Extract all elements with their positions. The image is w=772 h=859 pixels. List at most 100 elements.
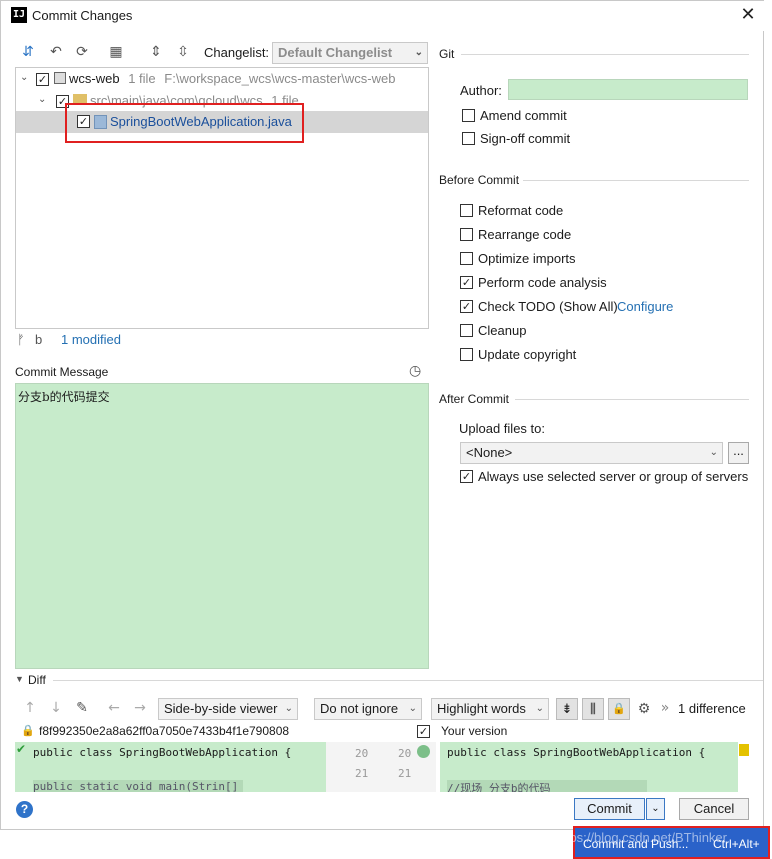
- changelist-value: Default Changelist: [278, 45, 393, 60]
- history-clock-icon[interactable]: ◷: [409, 362, 421, 379]
- commit-button[interactable]: Commit: [574, 798, 645, 820]
- watermark: https://blog.csdn.net/BThinker: [555, 830, 727, 845]
- arrow-down-icon[interactable]: ↓: [47, 699, 65, 717]
- changelist-select[interactable]: Default Changelist ⌄: [272, 42, 428, 64]
- chevron-down-icon: ⌄: [535, 703, 544, 714]
- upload-server-select[interactable]: <None> ⌄: [460, 442, 723, 464]
- left-code-line: public class SpringBootWebApplication {: [33, 746, 292, 759]
- arrow-up-icon[interactable]: ↑: [21, 699, 39, 717]
- edit-pencil-icon[interactable]: ✎: [73, 699, 91, 717]
- signoff-label: Sign-off commit: [480, 131, 571, 146]
- branch-icon: ᚠ: [17, 332, 25, 347]
- author-label: Author:: [460, 83, 502, 98]
- line-number-right: 21: [398, 767, 412, 780]
- rearrange-code-checkbox[interactable]: [460, 228, 473, 241]
- arrow-left-icon[interactable]: ←: [105, 699, 123, 717]
- check-todo-checkbox[interactable]: ✓: [460, 300, 473, 313]
- viewer-select[interactable]: Side-by-side viewer ⌄: [158, 698, 298, 720]
- chevron-down-icon[interactable]: ⌄: [38, 94, 46, 105]
- commit-options-dropdown[interactable]: ⌄: [646, 798, 665, 820]
- modified-link[interactable]: 1 modified: [61, 332, 121, 347]
- update-copyright-checkbox[interactable]: [460, 348, 473, 361]
- chevron-down-icon: ⌄: [284, 703, 293, 714]
- left-code-line-2: public static void main(Strin[] args) {: [33, 780, 243, 792]
- update-copyright-label: Update copyright: [478, 347, 577, 362]
- chevron-down-icon: ⌄: [709, 447, 718, 458]
- perform-code-analysis-label: Perform code analysis: [478, 275, 607, 290]
- upload-server-value: <None>: [466, 445, 513, 460]
- optimize-imports-checkbox[interactable]: [460, 252, 473, 265]
- rearrange-code-label: Rearrange code: [478, 227, 572, 242]
- collapse-all-icon[interactable]: ⇳: [174, 43, 192, 61]
- diff-gutter: 20 21 20 21: [326, 742, 436, 792]
- whitespace-select[interactable]: Do not ignore ⌄: [314, 698, 422, 720]
- perform-code-analysis-checkbox[interactable]: ✓: [460, 276, 473, 289]
- branch-label: b: [35, 332, 43, 347]
- git-section-title: Git: [439, 47, 455, 61]
- signoff-checkbox[interactable]: [462, 132, 475, 145]
- diff-title: Diff: [28, 673, 46, 687]
- window-title: Commit Changes: [32, 8, 133, 23]
- always-use-checkbox[interactable]: ✓: [460, 470, 473, 483]
- title-bar: IJ Commit Changes ✕: [1, 1, 765, 31]
- line-number-left: 20: [355, 747, 369, 760]
- close-icon[interactable]: ✕: [737, 4, 759, 26]
- gear-icon[interactable]: ⚙: [635, 700, 653, 718]
- left-diff-pane[interactable]: ✔ public class SpringBootWebApplication …: [15, 742, 326, 792]
- line-number-right: 20: [398, 747, 412, 760]
- right-diff-pane[interactable]: public class SpringBootWebApplication { …: [440, 742, 738, 792]
- chevron-down-icon[interactable]: ⌄: [20, 72, 28, 83]
- root-checkbox[interactable]: ✓: [36, 73, 49, 86]
- commit-message-input[interactable]: 分支b的代码提交: [15, 383, 429, 669]
- help-button[interactable]: ?: [16, 801, 33, 818]
- configure-link[interactable]: Configure: [617, 299, 673, 314]
- show-diff-icon[interactable]: ⇵: [19, 43, 37, 61]
- line-number-left: 21: [355, 767, 369, 780]
- tree-item-module[interactable]: wcs-web 1 file F:\workspace_wcs\wcs-mast…: [69, 71, 395, 86]
- warning-marker: [739, 744, 749, 756]
- always-use-label: Always use selected server or group of s…: [478, 469, 749, 484]
- module-count: 1 file: [128, 71, 156, 86]
- group-by-icon[interactable]: ▦: [107, 43, 125, 61]
- module-label: wcs-web: [69, 71, 120, 86]
- commit-changes-dialog: IJ Commit Changes ✕ ⇵ ↶ ⟳ ▦ ⇕ ⇳ Changeli…: [0, 0, 765, 830]
- highlight-select[interactable]: Highlight words ⌄: [431, 698, 549, 720]
- author-field[interactable]: [508, 79, 748, 100]
- check-todo-label: Check TODO (Show All): [478, 299, 618, 314]
- module-path: F:\workspace_wcs\wcs-master\wcs-web: [164, 71, 396, 86]
- lock-icon[interactable]: 🔒: [608, 698, 630, 720]
- cleanup-label: Cleanup: [478, 323, 527, 338]
- divider: [515, 399, 749, 400]
- divider: [53, 680, 763, 681]
- reformat-code-label: Reformat code: [478, 203, 564, 218]
- right-code-line: public class SpringBootWebApplication {: [447, 746, 706, 759]
- expand-all-icon[interactable]: ⇕: [147, 43, 165, 61]
- cancel-button[interactable]: Cancel: [679, 798, 749, 820]
- before-commit-title: Before Commit: [439, 173, 520, 187]
- highlight-box: [65, 103, 304, 143]
- difference-count: 1 difference: [678, 701, 746, 716]
- highlight-value: Highlight words: [437, 701, 526, 716]
- reformat-code-checkbox[interactable]: [460, 204, 473, 217]
- right-code-line-2: //现场 分支b的代码: [447, 780, 647, 792]
- commit-message-text: 分支b的代码提交: [18, 390, 110, 404]
- optimize-imports-label: Optimize imports: [478, 251, 576, 266]
- check-icon: ✔: [16, 742, 27, 756]
- lock-icon: 🔒: [21, 725, 35, 737]
- refresh-icon[interactable]: ⟳: [73, 43, 91, 61]
- chevron-down-icon: ⌄: [414, 47, 423, 58]
- collapse-triangle-icon[interactable]: ▼: [15, 674, 24, 684]
- sync-scroll-icon[interactable]: ⫼: [582, 698, 604, 720]
- more-icon[interactable]: »: [656, 699, 674, 717]
- collapse-unchanged-icon[interactable]: ⇟: [556, 698, 578, 720]
- rollback-icon[interactable]: ↶: [47, 43, 65, 61]
- amend-checkbox[interactable]: [462, 109, 475, 122]
- module-icon: [54, 72, 66, 84]
- right-version-label: Your version: [441, 724, 508, 738]
- chevron-down-icon: ⌄: [408, 703, 417, 714]
- cleanup-checkbox[interactable]: [460, 324, 473, 337]
- arrow-right-icon[interactable]: →: [131, 699, 149, 717]
- browse-servers-button[interactable]: ...: [728, 442, 749, 464]
- run-gutter-icon[interactable]: [417, 745, 430, 758]
- include-checkbox[interactable]: ✓: [417, 725, 430, 738]
